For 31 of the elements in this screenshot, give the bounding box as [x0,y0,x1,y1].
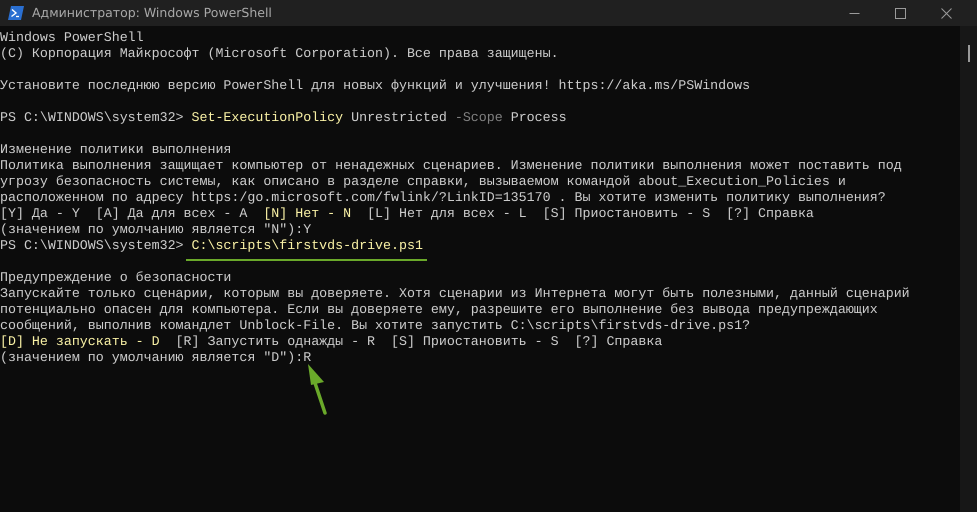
window-title: Администратор: Windows PowerShell [32,4,272,22]
default-option-text: [N] Нет - N [263,206,352,221]
output-text: PS C:\WINDOWS\system32> [0,110,185,125]
output-text: (C) Корпорация Майкрософт (Microsoft Corporation). Все права защищены. [0,46,559,61]
output-text: потенциально опасен для компьютера. Если вы доверяете ему, разрешите его выполнение без вывода предупреждающих [0,302,878,317]
output-text: [Y] Да - Y [A] Да для всех - A [0,206,248,221]
output-text: Process [510,110,567,125]
scrollbar-thumb[interactable] [968,45,970,62]
output-text: Изменение политики выполнения [0,142,232,157]
output-text: Windows PowerShell [0,30,144,45]
output-text: (значением по умолчанию является "N"):Y [0,222,312,237]
output-text: [R] Запустить однажды - R [S] Приостановить - S [?] Справка [174,334,662,349]
output-text: PS C:\WINDOWS\system32> [0,238,185,253]
default-option-text: [D] Не запускать - D [0,334,160,349]
output-text: (значением по умолчанию является "D"):R [0,350,312,365]
command-text: Set-ExecutionPolicy [192,110,344,125]
output-text: Запускайте только сценарии, которым вы доверяете. Хотя сценарии из Интернета могут быть полезными, данный сценарий [0,286,910,301]
output-text: Политика выполнения защищает компьютер от ненадежных сценариев. Изменение политики выполнения может поставить под [0,158,902,173]
output-text: Установите последнюю версию PowerShell для новых функций и улучшения! https://aka.ms/PSWindows [0,78,750,93]
output-text: Unrestricted [350,110,448,125]
scrollbar[interactable] [960,26,977,512]
output-text: расположенном по адресу https:/go.microsoft.com/fwlink/?LinkID=135170 . Вы хотите изменить политику выполнения? [0,190,886,205]
output-text: сообщений, выполнив командлет Unblock-File. Вы хотите запустить C:\scripts\firstvds-drive.ps1? [0,318,750,333]
parameter-text: -Scope [454,110,503,125]
output-text: Предупреждение о безопасности [0,270,232,285]
command-text: C:\scripts\firstvds-drive.ps1 [192,238,423,253]
maximize-icon [894,8,906,18]
powershell-icon [8,6,24,20]
output-text: угрозу безопасность системы, как описано в разделе справки, вызываемом командой about_Execution_Policies и [0,174,846,189]
close-icon [940,8,952,18]
output-text: [L] Нет для всех - L [S] Приостановить - S [?] Справка [366,206,814,221]
